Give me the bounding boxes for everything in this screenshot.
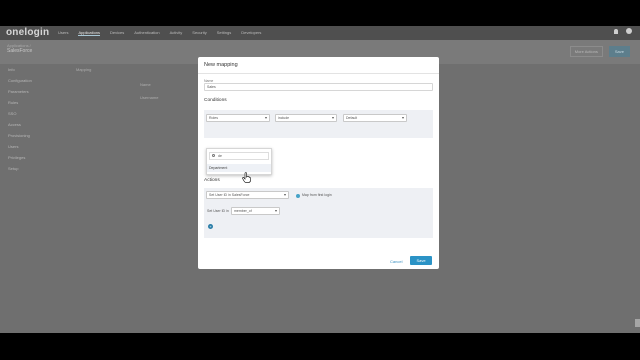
avatar[interactable] <box>626 28 632 34</box>
notification-icon[interactable] <box>614 28 618 34</box>
condition-value-select[interactable]: Default <box>343 114 407 122</box>
nav-applications[interactable]: Applications <box>78 30 101 36</box>
main-nav: Users Applications Devices Authenticatio… <box>58 30 261 36</box>
nav-settings[interactable]: Settings <box>217 30 231 36</box>
nav-security[interactable]: Security <box>192 30 206 36</box>
modal-divider <box>198 73 439 74</box>
sidebar-item-info[interactable]: Info <box>0 64 64 75</box>
nav-authentication[interactable]: Authentication <box>134 30 159 36</box>
add-action-button[interactable]: + <box>208 224 213 229</box>
chevron-down-icon <box>332 117 334 119</box>
condition-field-select[interactable]: Roles <box>206 114 270 122</box>
nav-users[interactable]: Users <box>58 30 68 36</box>
nav-devices[interactable]: Devices <box>110 30 124 36</box>
sidebar-item-setup[interactable]: Setup <box>0 163 64 174</box>
sidebar-item-users[interactable]: Users <box>0 141 64 152</box>
sidebar-item-privileges[interactable]: Privileges <box>0 152 64 163</box>
page-save-button[interactable]: Save <box>608 46 630 57</box>
sidebar-item-access[interactable]: Access <box>0 119 64 130</box>
sidebar-item-configuration[interactable]: Configuration <box>0 75 64 86</box>
search-icon <box>212 154 215 157</box>
map-first-login-radio[interactable] <box>296 194 300 198</box>
condition-field-value: Roles <box>209 116 218 120</box>
top-navbar: onelogin Users Applications Devices Auth… <box>0 26 640 40</box>
page-title: SalesForce <box>7 48 33 54</box>
chevron-down-icon <box>284 194 286 196</box>
sidebar-item-provisioning[interactable]: Provisioning <box>0 130 64 141</box>
sidebar-item-parameters[interactable]: Parameters <box>0 86 64 97</box>
chevron-down-icon <box>275 210 277 212</box>
onelogin-logo: onelogin <box>6 27 50 38</box>
name-column-header: Name <box>140 82 151 87</box>
hand-cursor-icon <box>242 172 251 183</box>
map-first-login-label: Map from first login <box>302 193 332 197</box>
dropdown-search-value: de <box>218 154 222 158</box>
condition-operator-value: include <box>278 116 290 120</box>
chevron-down-icon <box>265 117 267 119</box>
mapping-column-header: Mapping <box>76 67 92 72</box>
app-window: onelogin Users Applications Devices Auth… <box>0 26 640 333</box>
nav-developers[interactable]: Developers <box>241 30 261 36</box>
action-select[interactable]: Set User ID in SalesForce <box>206 191 289 199</box>
action-select-value: Set User ID in SalesForce <box>209 193 250 197</box>
save-button[interactable]: Save <box>410 256 432 265</box>
member-of-value: member_of <box>234 209 252 213</box>
more-actions-button[interactable]: More Actions <box>569 46 603 57</box>
cancel-button[interactable]: Cancel <box>390 259 402 264</box>
condition-field-dropdown: de Department <box>206 148 272 175</box>
set-user-id-label: Set User ID in <box>207 209 229 213</box>
nav-activity[interactable]: Activity <box>170 30 183 36</box>
dropdown-option-department[interactable]: Department <box>207 164 271 172</box>
modal-title: New mapping <box>204 62 238 68</box>
sidebar-item-sso[interactable]: SSO <box>0 108 64 119</box>
dropdown-search-input[interactable]: de <box>209 152 269 160</box>
scrollbar[interactable] <box>635 319 640 327</box>
condition-operator-select[interactable]: include <box>275 114 337 122</box>
chevron-down-icon <box>402 117 404 119</box>
sidebar: Info Configuration Parameters Rules SSO … <box>0 64 64 174</box>
member-of-select[interactable]: member_of <box>231 207 280 215</box>
sidebar-item-rules[interactable]: Rules <box>0 97 64 108</box>
condition-value-value: Default <box>346 116 358 120</box>
header-actions: More Actions Save <box>569 46 630 57</box>
background-row: Username <box>140 95 159 100</box>
top-right-controls <box>614 28 632 34</box>
actions-title: Actions <box>204 178 220 183</box>
name-input[interactable]: Sales <box>204 83 433 91</box>
conditions-title: Conditions <box>204 98 227 103</box>
